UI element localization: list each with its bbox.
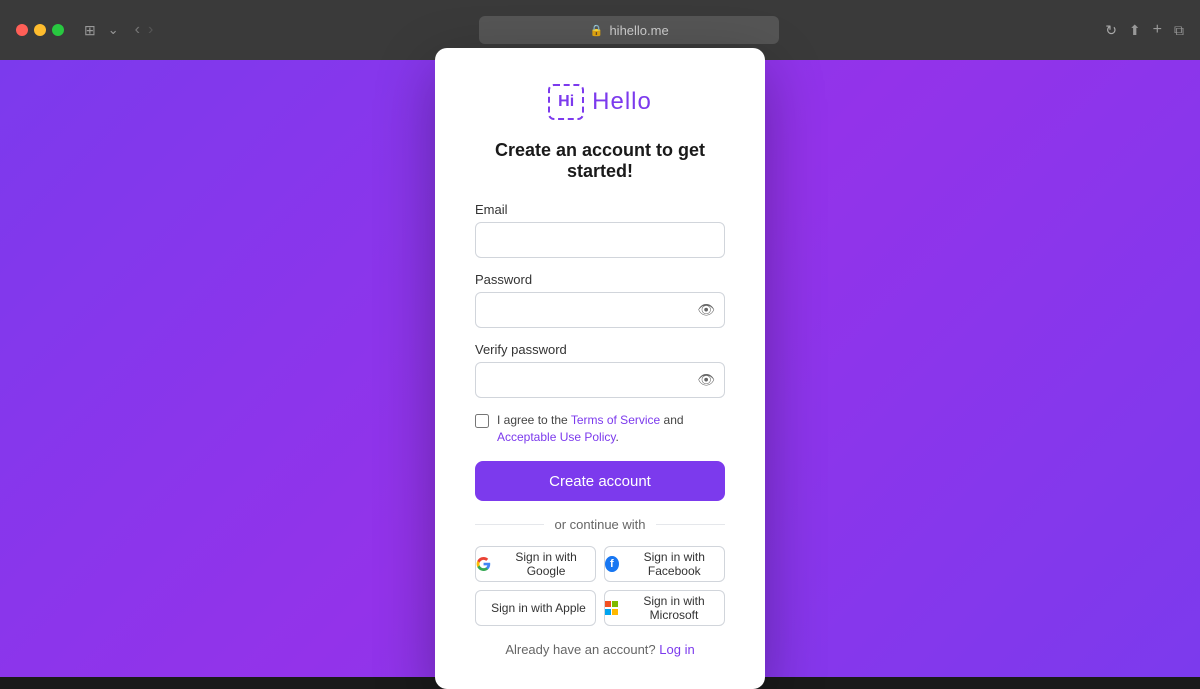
terms-label: I agree to the Terms of Service and Acce… (497, 412, 725, 446)
new-tab-icon[interactable]: + (1153, 21, 1162, 39)
verify-password-label: Verify password (475, 342, 725, 357)
divider: or continue with (475, 517, 725, 532)
lock-icon: 🔒 (590, 24, 604, 37)
verify-password-input[interactable] (475, 362, 725, 398)
email-group: Email (475, 202, 725, 258)
traffic-light-green[interactable] (52, 24, 64, 36)
email-input-wrapper (475, 222, 725, 258)
tabs-icon[interactable]: ⧉ (1174, 22, 1184, 39)
google-signin-label: Sign in with Google (497, 550, 595, 578)
password-input-wrapper: 👁 (475, 292, 725, 328)
footer-text: Already have an account? (505, 642, 655, 657)
google-signin-button[interactable]: Sign in with Google (475, 546, 596, 582)
microsoft-signin-button[interactable]: Sign in with Microsoft (604, 590, 725, 626)
card-footer: Already have an account? Log in (475, 642, 725, 657)
verify-password-input-wrapper: 👁 (475, 362, 725, 398)
email-label: Email (475, 202, 725, 217)
password-input[interactable] (475, 292, 725, 328)
terms-checkbox[interactable] (475, 414, 489, 428)
traffic-light-red[interactable] (16, 24, 28, 36)
email-input[interactable] (475, 222, 725, 258)
facebook-signin-label: Sign in with Facebook (625, 550, 724, 578)
verify-password-eye-icon[interactable]: 👁 (697, 371, 715, 388)
logo-hello-text: Hello (592, 88, 652, 116)
signup-card: Hi Hello Create an account to get starte… (435, 48, 765, 689)
terms-before-text: I agree to the (497, 413, 571, 427)
divider-line-right (656, 524, 725, 525)
refresh-icon[interactable]: ↻ (1105, 22, 1117, 39)
terms-of-service-link[interactable]: Terms of Service (571, 413, 660, 427)
sidebar-toggle-icon[interactable]: ⊞ (84, 22, 96, 39)
divider-line-left (475, 524, 544, 525)
terms-and-text: and (660, 413, 683, 427)
password-eye-icon[interactable]: 👁 (697, 301, 715, 318)
logo-hi-text: Hi (558, 93, 574, 111)
terms-after-text: . (616, 430, 619, 444)
verify-password-group: Verify password 👁 (475, 342, 725, 398)
browser-right-icons: ↻ ⬆ + ⧉ (1105, 21, 1184, 39)
chevron-down-icon[interactable]: ⌄ (108, 22, 119, 38)
create-account-button[interactable]: Create account (475, 461, 725, 501)
back-icon[interactable]: ‹ (135, 21, 140, 39)
facebook-icon: f (605, 556, 619, 572)
password-label: Password (475, 272, 725, 287)
login-link[interactable]: Log in (659, 642, 694, 657)
google-icon (476, 556, 491, 572)
logo: Hi Hello (475, 84, 725, 120)
main-content: Hi Hello Create an account to get starte… (0, 60, 1200, 677)
address-bar[interactable]: 🔒 hihello.me (479, 16, 779, 44)
apple-signin-label: Sign in with Apple (491, 601, 586, 615)
social-buttons-grid: Sign in with Google f Sign in with Faceb… (475, 546, 725, 626)
traffic-lights (16, 24, 64, 36)
acceptable-use-link[interactable]: Acceptable Use Policy (497, 430, 616, 444)
url-text: hihello.me (609, 23, 668, 38)
browser-nav-icons: ⊞ ⌄ ‹ › (84, 21, 153, 39)
apple-signin-button[interactable]: Sign in with Apple (475, 590, 596, 626)
microsoft-icon (605, 601, 618, 615)
forward-icon[interactable]: › (148, 21, 153, 39)
share-icon[interactable]: ⬆ (1129, 22, 1141, 39)
address-bar-container: 🔒 hihello.me (165, 16, 1093, 44)
logo-hi-box: Hi (548, 84, 584, 120)
password-group: Password 👁 (475, 272, 725, 328)
divider-text: or continue with (554, 517, 645, 532)
facebook-signin-button[interactable]: f Sign in with Facebook (604, 546, 725, 582)
traffic-light-yellow[interactable] (34, 24, 46, 36)
card-title: Create an account to get started! (475, 140, 725, 182)
microsoft-signin-label: Sign in with Microsoft (624, 594, 724, 622)
terms-checkbox-area: I agree to the Terms of Service and Acce… (475, 412, 725, 446)
